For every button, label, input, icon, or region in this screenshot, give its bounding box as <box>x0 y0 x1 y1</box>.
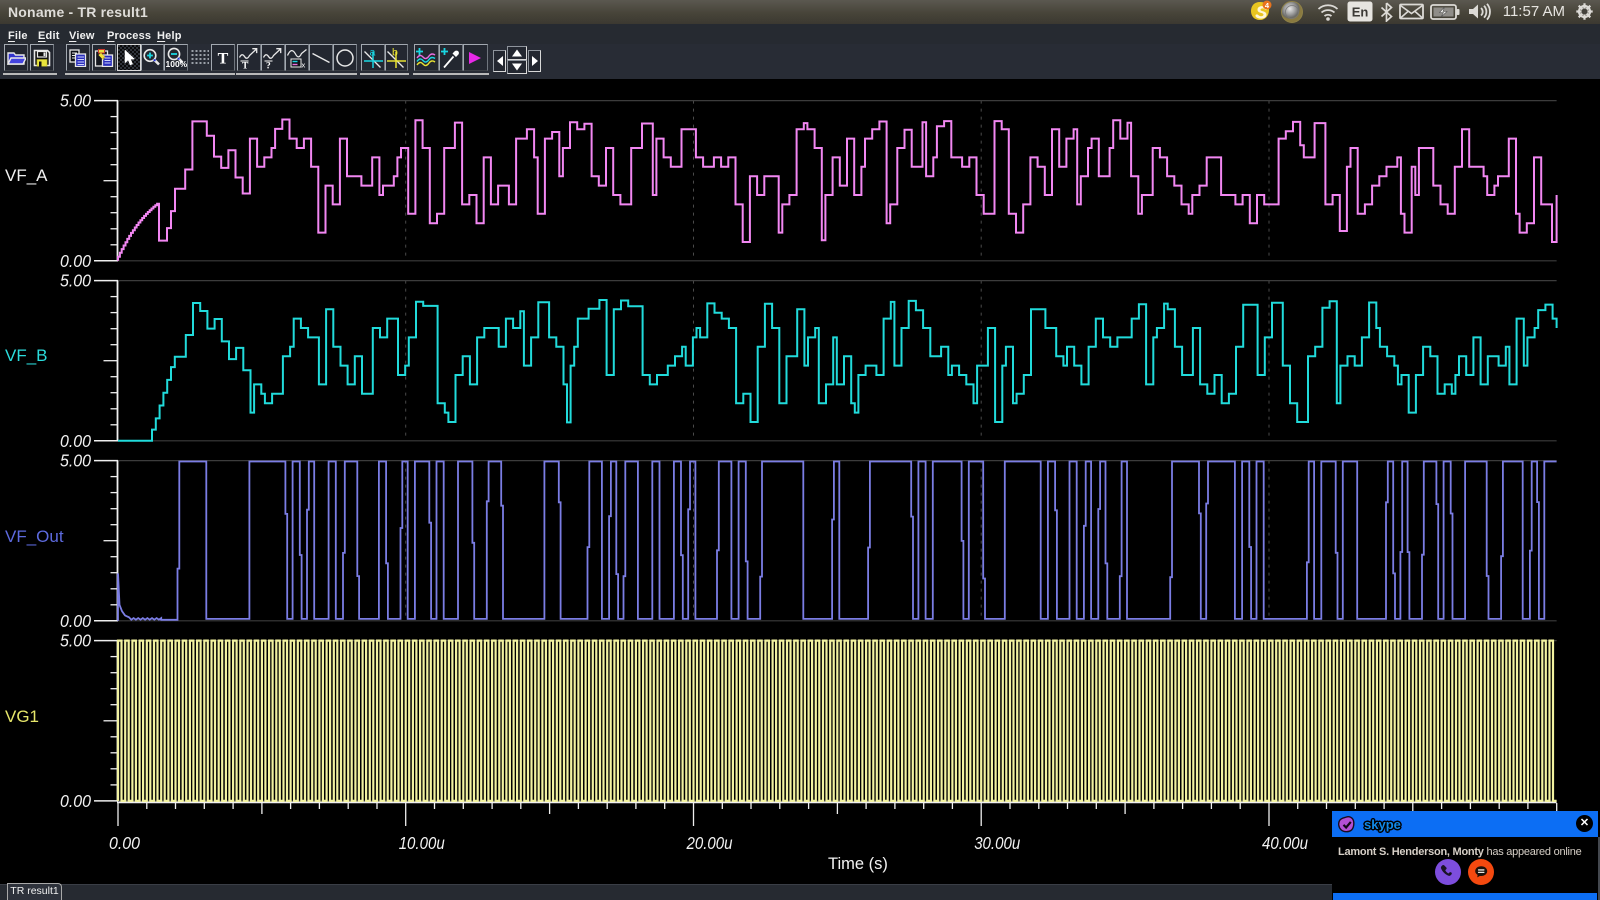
svg-text:T: T <box>242 61 249 68</box>
svg-text:x: x <box>301 60 305 68</box>
svg-text:0.00: 0.00 <box>60 431 91 451</box>
svg-text:0.00: 0.00 <box>60 791 91 811</box>
svg-text:?: ? <box>266 61 271 68</box>
svg-text:T: T <box>218 50 229 65</box>
svg-text:a: a <box>369 47 375 59</box>
svg-text:VG1: VG1 <box>5 707 39 726</box>
svg-text:VF_A: VF_A <box>5 166 48 185</box>
svg-text:0.00: 0.00 <box>60 611 91 631</box>
svg-text:100%: 100% <box>165 59 187 69</box>
svg-text:20.00u: 20.00u <box>686 833 733 853</box>
svg-text:5.00: 5.00 <box>60 631 91 651</box>
svg-text:VF_Out: VF_Out <box>5 527 64 546</box>
svg-text:5.00: 5.00 <box>60 91 91 111</box>
svg-text:40.00u: 40.00u <box>1262 833 1308 853</box>
svg-text:Time (s): Time (s) <box>828 855 888 873</box>
svg-text:0.00: 0.00 <box>60 251 91 271</box>
svg-text:5.00: 5.00 <box>60 271 91 291</box>
svg-text:30.00u: 30.00u <box>974 833 1020 853</box>
svg-text:0.00: 0.00 <box>109 833 140 853</box>
svg-text:En: En <box>1352 5 1369 20</box>
svg-text:VF_B: VF_B <box>5 346 48 365</box>
svg-text:10.00u: 10.00u <box>399 833 445 853</box>
svg-text:b: b <box>392 47 398 59</box>
svg-text:5.00: 5.00 <box>60 451 91 471</box>
